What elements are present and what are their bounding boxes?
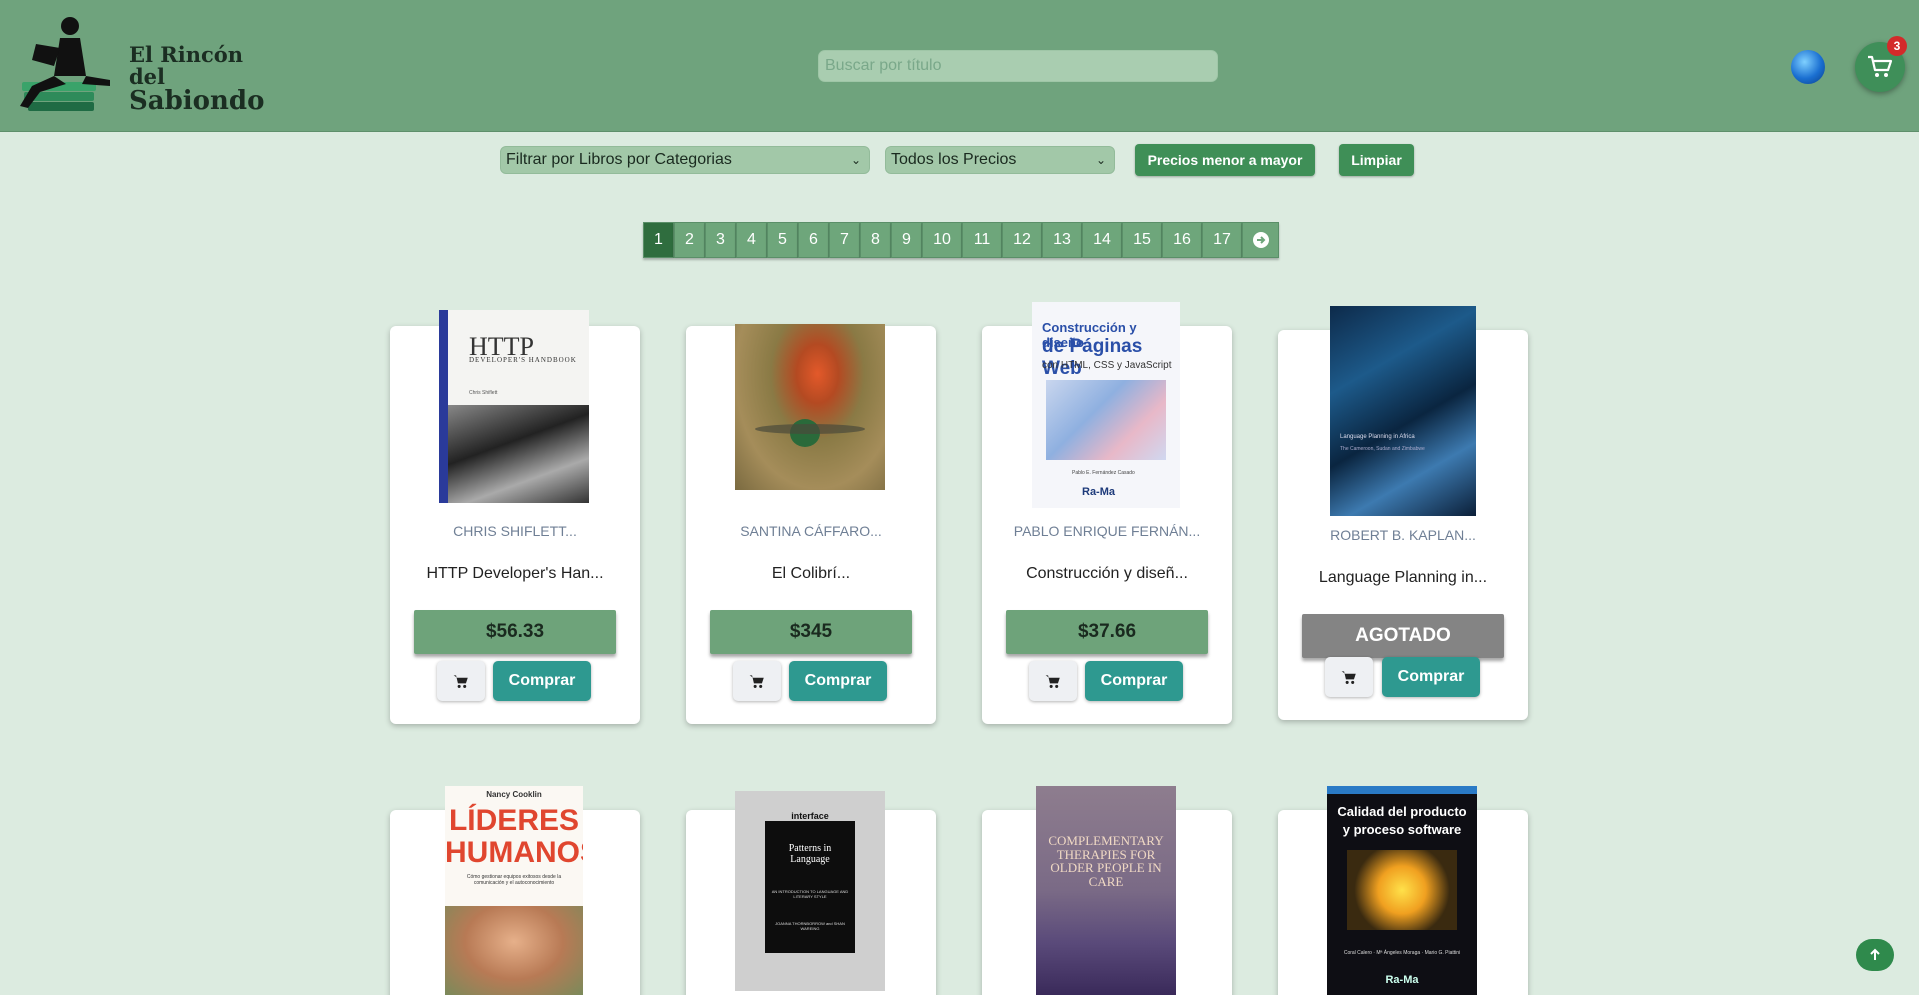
page-button[interactable]: 12: [1002, 222, 1042, 258]
page-button[interactable]: 13: [1042, 222, 1082, 258]
book-cover[interactable]: interface Patterns in Language AN INTROD…: [735, 791, 885, 991]
add-to-cart-button[interactable]: [1325, 657, 1373, 697]
page-button[interactable]: 9: [891, 222, 922, 258]
buy-button[interactable]: Comprar: [1085, 661, 1183, 701]
page-button[interactable]: 14: [1082, 222, 1122, 258]
add-to-cart-button[interactable]: [733, 661, 781, 701]
book-author: SANTINA CÁFFARO...: [740, 523, 882, 539]
cover-title: COMPLEMENTARY THERAPIES FOR OLDER PEOPLE…: [1048, 833, 1164, 889]
arrow-up-icon: [1870, 948, 1880, 960]
cart-icon: [453, 674, 468, 688]
cover-line3: Cómo gestionar equipos exitosos desde la…: [466, 874, 562, 886]
reader-logo-icon: [20, 17, 110, 111]
cover-series: interface: [791, 811, 829, 821]
cover-line2: HUMANOS: [445, 836, 583, 869]
cover-author: Pablo E. Fernández Casado: [1072, 470, 1135, 476]
cart-icon: [1045, 674, 1060, 688]
page-button[interactable]: 2: [674, 222, 705, 258]
cover-line2: y proceso software: [1342, 822, 1462, 837]
buy-button[interactable]: Comprar: [789, 661, 887, 701]
brand-line2: Sabiondo: [129, 86, 265, 117]
book-author: PABLO ENRIQUE FERNÁN...: [1013, 523, 1201, 539]
language-globe-icon[interactable]: [1791, 50, 1825, 84]
cover-subtitle: DEVELOPER'S HANDBOOK: [469, 356, 577, 364]
price-filter-value: Todos los Precios: [891, 151, 1017, 168]
cover-title: Patterns in Language: [788, 843, 832, 865]
site-logo[interactable]: El Rincón del Sabiondo: [14, 14, 264, 118]
cart-icon: [1341, 670, 1356, 684]
book-author: ROBERT B. KAPLAN...: [1330, 527, 1476, 543]
page-button[interactable]: 15: [1122, 222, 1162, 258]
book-cover[interactable]: HTTP DEVELOPER'S HANDBOOK Chris Shiflett: [439, 310, 589, 503]
book-price: $56.33: [414, 610, 616, 654]
page-button[interactable]: 17: [1202, 222, 1242, 258]
book-price: $345: [710, 610, 912, 654]
add-to-cart-button[interactable]: [437, 661, 485, 701]
cover-line1: Calidad del producto: [1337, 804, 1467, 819]
page-button[interactable]: 11: [962, 222, 1002, 258]
cover-subtitle: AN INTRODUCTION TO LANGUAGE AND LITERARY…: [771, 889, 849, 899]
page-button[interactable]: 5: [767, 222, 798, 258]
book-cover[interactable]: COMPLEMENTARY THERAPIES FOR OLDER PEOPLE…: [1036, 786, 1176, 995]
page-button[interactable]: 7: [829, 222, 860, 258]
arrow-right-circle-icon: [1252, 232, 1269, 248]
cart-icon: [749, 674, 764, 688]
page-button[interactable]: 10: [922, 222, 962, 258]
clear-filters-button[interactable]: Limpiar: [1339, 144, 1414, 176]
book-cover[interactable]: Nancy Cooklin LÍDERES HUMANOS Cómo gesti…: [445, 786, 583, 995]
book-cover[interactable]: Language Planning in Africa The Cameroon…: [1330, 306, 1476, 516]
book-price: $37.66: [1006, 610, 1208, 654]
cart-count-badge: 3: [1887, 36, 1907, 56]
chevron-down-icon: ⌄: [1095, 153, 1106, 167]
page-button[interactable]: 16: [1162, 222, 1202, 258]
book-author: CHRIS SHIFLETT...: [453, 523, 577, 539]
cover-author: Nancy Cooklin: [486, 790, 542, 799]
price-filter-select[interactable]: Todos los Precios ⌄: [885, 146, 1115, 174]
book-cover[interactable]: Construcción y diseño de Páginas Web con…: [1032, 302, 1180, 508]
site-header: El Rincón del Sabiondo 3: [0, 0, 1919, 132]
cover-line1: LÍDERES: [448, 804, 580, 837]
sold-out-badge: AGOTADO: [1302, 614, 1504, 658]
book-cover[interactable]: Calidad del producto y proceso software …: [1327, 786, 1477, 995]
cover-line3: con HTML, CSS y JavaScript: [1042, 360, 1172, 371]
page-button[interactable]: 4: [736, 222, 767, 258]
scroll-to-top-button[interactable]: [1856, 939, 1894, 971]
cover-author: Coral Calero · Mª Ángeles Moraga · Mario…: [1343, 950, 1461, 956]
cover-author: Chris Shiflett: [469, 390, 498, 396]
cover-line2: de Páginas Web: [1042, 336, 1143, 379]
brand-line1: El Rincón del: [129, 42, 244, 90]
add-to-cart-button[interactable]: [1029, 661, 1077, 701]
chevron-down-icon: ⌄: [850, 153, 861, 167]
book-title[interactable]: HTTP Developer's Han...: [390, 565, 640, 583]
sort-price-button[interactable]: Precios menor a mayor: [1135, 144, 1315, 176]
book-cover[interactable]: [735, 324, 885, 490]
buy-button[interactable]: Comprar: [1382, 657, 1480, 697]
cover-publisher: Ra-Ma: [1385, 974, 1419, 986]
cart-icon: [1868, 55, 1893, 77]
cover-subtitle: The Cameroon, Sudan and Zimbabwe: [1340, 446, 1425, 452]
brand-name: El Rincón del Sabiondo: [129, 42, 265, 117]
page-button[interactable]: 3: [705, 222, 736, 258]
buy-button[interactable]: Comprar: [493, 661, 591, 701]
book-title[interactable]: Construcción y diseñ...: [982, 565, 1232, 583]
page-button[interactable]: 1: [643, 222, 674, 258]
category-filter-value: Filtrar por Libros por Categorias: [506, 151, 732, 168]
cover-author: JOANNA THORNBORROW and SHAN WAREING: [775, 921, 845, 931]
category-filter-select[interactable]: Filtrar por Libros por Categorias ⌄: [500, 146, 870, 174]
next-page-button[interactable]: [1242, 222, 1279, 258]
page-button[interactable]: 8: [860, 222, 891, 258]
book-title[interactable]: Language Planning in...: [1278, 569, 1528, 587]
cover-title: Language Planning in Africa: [1340, 434, 1415, 440]
pagination: 1 2 3 4 5 6 7 8 9 10 11 12 13 14 15 16 1…: [643, 222, 1279, 258]
page-button[interactable]: 6: [798, 222, 829, 258]
search-input[interactable]: [818, 50, 1218, 82]
cover-publisher: Ra-Ma: [1082, 486, 1116, 498]
book-title[interactable]: El Colibrí...: [686, 565, 936, 583]
